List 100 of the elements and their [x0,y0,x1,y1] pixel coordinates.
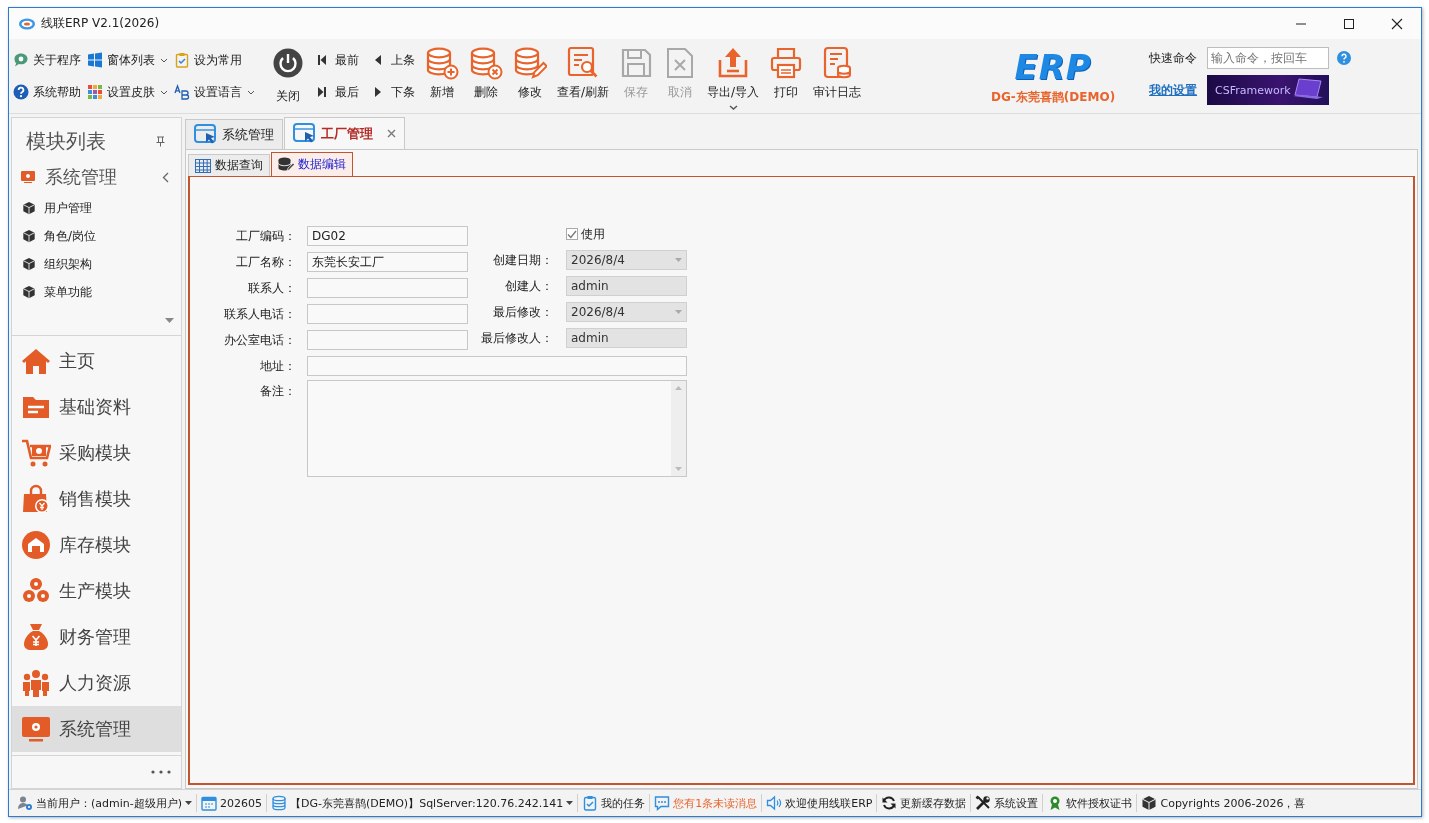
module-item[interactable]: 主页 [12,338,181,384]
command-field[interactable]: 输入命令，按回车 [1207,47,1330,69]
input-field[interactable]: DG02 [307,226,468,246]
toolbar-button[interactable]: 查看/刷新 [553,42,614,110]
chevron-icon [162,171,169,183]
close-icon [1391,17,1403,30]
speech-bubble-icon [13,52,29,68]
menu-item[interactable]: 菜单功能 [12,278,181,306]
remarks-field[interactable] [307,380,687,477]
menu-item[interactable]: 组织架构 [12,250,181,278]
module-item[interactable]: 采购模块 [12,430,181,476]
field-label: 地址： [259,357,296,375]
date-field[interactable]: 2026/8/4 [566,302,687,322]
toolbar-button[interactable]: 打印 [765,42,808,110]
dropdown-arrow-icon[interactable] [675,310,682,314]
date-field[interactable]: 2026/8/4 [566,250,687,270]
more-icon[interactable] [151,770,171,774]
input-field[interactable]: 东莞长安工厂 [307,252,468,272]
toolbar-button[interactable]: 修改 [509,42,551,110]
toolbar-button[interactable]: 设置语言 [174,76,255,108]
toolbar-button[interactable]: 设置皮肤 [87,76,168,108]
document-tab[interactable]: 系统管理 [185,119,283,149]
module-item[interactable]: 销售模块 [12,476,181,522]
view-tab[interactable]: 数据编辑 [271,152,353,176]
module-item[interactable]: 基础资料 [12,384,181,430]
dropdown-arrow-icon[interactable] [675,258,682,262]
money-bag-icon [21,622,51,652]
record-nav-button[interactable]: 下条 [373,76,415,108]
company-name: DG-东莞喜鹊(DEMO) [991,88,1116,106]
document-search-icon [566,46,600,80]
module-item[interactable]: 库存模块 [12,522,181,568]
module-item[interactable]: 财务管理 [12,614,181,660]
database-delete-icon [469,46,503,80]
status-item[interactable]: 【DG-东莞喜鹊(DEMO)】SqlServer:120.76.242.141 [267,794,579,812]
module-item[interactable]: 系统管理 [12,706,181,752]
database-pencil-icon [513,46,547,80]
view-tab[interactable]: 数据查询 [188,154,270,176]
address-field[interactable] [307,356,687,376]
toolbar-button[interactable]: 删除 [465,42,507,110]
status-item[interactable]: 系统设置 [971,794,1044,812]
status-item[interactable]: 我的任务 [578,794,651,812]
banner[interactable]: CSFramework [1207,75,1330,105]
status-item[interactable]: 欢迎使用线联ERP [762,794,878,812]
check-icon [567,229,577,239]
module-item[interactable]: 生产模块 [12,568,181,614]
house-icon [21,346,51,376]
toolbar-button[interactable]: 关于程序 [13,44,81,76]
menu-item[interactable]: 用户管理 [12,194,181,222]
sidebar-group[interactable]: 系统管理 [12,160,181,194]
clipboard-check-icon [582,795,599,811]
field-label: 创建日期： [492,251,553,269]
status-item[interactable]: Copyrights 2006-2026，喜 [1137,794,1310,812]
menu-item[interactable]: 角色/岗位 [12,222,181,250]
my-settings-link[interactable]: 我的设置 [1149,81,1200,99]
caret-icon [247,89,255,95]
windows-icon [87,52,103,68]
toolbar-button[interactable]: 窗体列表 [87,44,168,76]
sidebar-title: 模块列表 [26,127,106,155]
help-icon[interactable] [1337,51,1352,65]
input-field[interactable] [307,330,468,350]
scroll-down-icon[interactable] [165,318,174,323]
enabled-checkbox[interactable]: 使用 [566,225,605,243]
status-item[interactable]: 当前用户：(admin-超级用户) [13,794,198,812]
input-field[interactable] [307,304,468,324]
next-icon [373,86,383,98]
pin-icon[interactable] [156,135,165,147]
toolbar-button[interactable]: 审计日志 [809,42,866,110]
record-nav-button[interactable]: 最前 [317,44,359,76]
input-field[interactable]: admin [566,328,687,348]
close-program-button[interactable]: 关闭 [269,47,307,105]
cube-icon [22,201,36,215]
first-icon [317,54,327,66]
module-item[interactable]: 人力资源 [12,660,181,706]
scroll-up-icon[interactable] [675,386,682,390]
cube-icon [1141,795,1158,811]
toolbar-button[interactable]: 系统帮助 [13,76,81,108]
toolbar-button[interactable]: 新增 [421,42,463,110]
record-nav-button[interactable]: 最后 [317,76,359,108]
input-field[interactable] [307,278,468,298]
field-label: 工厂编码： [235,227,296,245]
record-nav-button[interactable]: 上条 [373,44,415,76]
caret-icon [160,89,168,95]
chat-icon [654,795,671,811]
printer-icon [769,46,804,80]
cube-icon [22,285,36,299]
scroll-down-icon[interactable] [675,467,682,471]
status-item[interactable]: 更新缓存数据 [877,794,972,812]
cube-icon [22,257,36,271]
last-icon [317,86,327,98]
toolbar-button[interactable]: 导出/导入 [703,42,764,110]
document-tab[interactable]: 工厂管理 [284,117,405,149]
field-label: 联系人： [247,279,296,297]
status-item[interactable]: 软件授权证书 [1043,794,1138,812]
status-item[interactable]: 202605 [197,794,268,812]
calendar-icon [201,795,218,811]
database-plus-icon [425,46,459,80]
input-field[interactable]: admin [566,276,687,296]
toolbar-button[interactable]: 设为常用 [174,44,255,76]
people-icon [21,668,51,698]
close-icon[interactable] [387,129,396,138]
